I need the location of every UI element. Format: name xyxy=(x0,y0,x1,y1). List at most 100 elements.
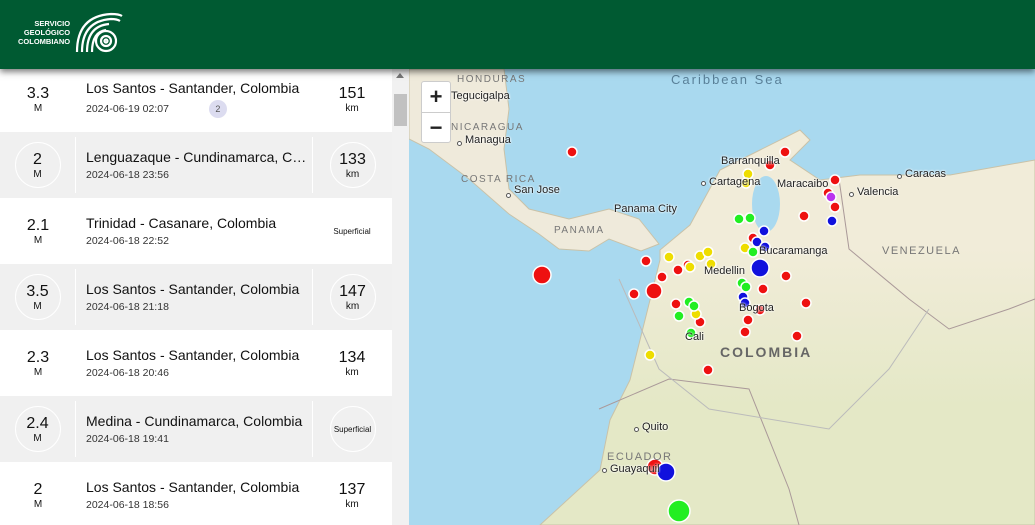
earthquake-marker-yellow[interactable] xyxy=(684,261,696,273)
event-place: Los Santos - Santander, Colombia xyxy=(86,347,300,363)
depth-unit: km xyxy=(345,102,359,114)
event-row[interactable]: 3.3 M Los Santos - Santander, Colombia 20… xyxy=(0,69,392,132)
city-label: Bucaramanga xyxy=(759,245,828,257)
earthquake-marker-red[interactable] xyxy=(628,288,640,300)
earthquake-marker-red[interactable] xyxy=(670,298,682,310)
event-datetime: 2024-06-18 20:46 xyxy=(86,367,169,379)
earthquake-marker-yellow[interactable] xyxy=(644,349,656,361)
depth: 133 km xyxy=(312,137,392,193)
map[interactable]: Caribbean Sea HONDURAS Tegucigalpa NICAR… xyxy=(409,69,1035,525)
event-row[interactable]: 2M Lenguazaque - Cundinamarca, Colombia … xyxy=(0,132,392,198)
logo-text: SERVICIO GEOLÓGICO COLOMBIANO xyxy=(18,19,70,46)
earthquake-marker-red[interactable] xyxy=(791,330,803,342)
depth-value: 133 xyxy=(339,150,366,168)
earthquake-marker-red[interactable] xyxy=(829,201,841,213)
magnitude-value: 2 xyxy=(33,480,43,498)
city-label: Barranquilla xyxy=(721,155,780,167)
event-place: Lenguazaque - Cundinamarca, Colombia xyxy=(86,149,308,165)
earthquake-marker-green[interactable] xyxy=(733,213,745,225)
earthquake-marker-red[interactable] xyxy=(780,270,792,282)
earthquake-marker-green[interactable] xyxy=(673,310,685,322)
city-marker xyxy=(897,174,902,179)
earthquake-marker-purple[interactable] xyxy=(825,191,837,203)
earthquake-marker-green[interactable] xyxy=(740,281,752,293)
earthquake-marker-red[interactable] xyxy=(566,146,578,158)
earthquake-marker-red[interactable] xyxy=(702,364,714,376)
depth-unit: km xyxy=(345,300,360,312)
earthquake-marker-red[interactable] xyxy=(672,264,684,276)
sgc-logo[interactable]: SERVICIO GEOLÓGICO COLOMBIANO xyxy=(18,10,123,54)
city-label: Managua xyxy=(465,134,511,146)
scrollbar-thumb[interactable] xyxy=(394,94,407,126)
scroll-up-arrow-icon[interactable] xyxy=(396,73,404,78)
earthquake-marker-red[interactable] xyxy=(798,210,810,222)
city-label: San Jose xyxy=(514,184,560,196)
magnitude-unit: M xyxy=(33,234,43,246)
earthquake-marker-blue[interactable] xyxy=(758,225,770,237)
depth-unit: km xyxy=(345,168,360,180)
city-marker xyxy=(701,181,706,186)
event-date-row: 2024-06-18 20:46 xyxy=(86,367,312,379)
depth: Superficial xyxy=(312,203,392,259)
earthquake-marker-red[interactable] xyxy=(742,314,754,326)
zoom-in-button[interactable]: + xyxy=(422,82,450,112)
city-label: Guayaquil xyxy=(610,463,660,475)
magnitude-value: 2.3 xyxy=(26,348,50,366)
earthquake-marker-blue[interactable] xyxy=(826,215,838,227)
event-date-row: 2024-06-18 18:56 xyxy=(86,499,312,511)
event-datetime: 2024-06-18 21:18 xyxy=(86,301,169,313)
event-datetime: 2024-06-18 18:56 xyxy=(86,499,169,511)
list-scrollbar[interactable] xyxy=(392,69,409,525)
depth: 147 km xyxy=(312,269,392,325)
earthquake-marker-red[interactable] xyxy=(532,265,552,285)
depth: 134 km xyxy=(312,335,392,391)
earthquake-marker-green[interactable] xyxy=(688,300,700,312)
event-place: Los Santos - Santander, Colombia xyxy=(86,281,300,297)
earthquake-marker-red[interactable] xyxy=(656,271,668,283)
event-info: Los Santos - Santander, Colombia 2024-06… xyxy=(76,71,312,127)
earthquake-marker-green[interactable] xyxy=(747,246,759,258)
logo-line: GEOLÓGICO xyxy=(23,27,71,37)
depth: Superficial xyxy=(312,401,392,457)
event-row[interactable]: 2.4 M Medina - Cundinamarca, Colombia 202… xyxy=(0,396,392,462)
city-marker xyxy=(849,192,854,197)
earthquake-marker-red[interactable] xyxy=(645,282,663,300)
earthquake-marker-green[interactable] xyxy=(667,499,691,523)
depth-value: 151 xyxy=(338,84,366,102)
event-info: Los Santos - Santander, Colombia 2024-06… xyxy=(76,269,312,325)
earthquake-marker-red[interactable] xyxy=(829,174,841,186)
event-date-row: 2024-06-18 23:56 xyxy=(86,169,312,181)
city-marker xyxy=(457,141,462,146)
earthquake-marker-red[interactable] xyxy=(800,297,812,309)
earthquake-marker-red[interactable] xyxy=(757,283,769,295)
city-label: Maracaibo xyxy=(777,178,829,190)
depth-unit: km xyxy=(345,498,359,510)
city-label: Panama City xyxy=(614,203,677,215)
event-row[interactable]: 2M Los Santos - Santander, Colombia 2024… xyxy=(0,462,392,525)
earthquake-marker-yellow[interactable] xyxy=(663,251,675,263)
magnitude-value: 2.1 xyxy=(26,216,50,234)
magnitude-unit: M xyxy=(33,300,42,312)
city-marker xyxy=(634,427,639,432)
event-date-row: 2024-06-18 22:52 xyxy=(86,235,312,247)
earthquake-marker-red[interactable] xyxy=(739,326,751,338)
zoom-control: + − xyxy=(421,81,451,143)
event-row[interactable]: 2.3 M Los Santos - Santander, Colombia 20… xyxy=(0,330,392,396)
depth-unit: km xyxy=(345,366,359,378)
event-row[interactable]: 2.1 M Trinidad - Casanare, Colombia 2024-… xyxy=(0,198,392,264)
depth-value: 134 xyxy=(338,348,366,366)
earthquake-marker-yellow[interactable] xyxy=(702,246,714,258)
event-date-row: 2024-06-19 02:07 2 xyxy=(86,100,312,118)
earthquake-marker-red[interactable] xyxy=(779,146,791,158)
count-badge: 2 xyxy=(208,100,227,118)
earthquake-marker-blue[interactable] xyxy=(750,258,770,278)
magnitude: 2.3 M xyxy=(0,335,76,391)
header: SERVICIO GEOLÓGICO COLOMBIANO xyxy=(0,0,1035,69)
magnitude-value: 2.4 xyxy=(26,414,49,432)
depth-label: Superficial xyxy=(333,226,371,236)
country-label: PANAMA xyxy=(554,225,605,236)
earthquake-marker-green[interactable] xyxy=(744,212,756,224)
zoom-out-button[interactable]: − xyxy=(422,112,450,142)
earthquake-marker-red[interactable] xyxy=(640,255,652,267)
event-row[interactable]: 3.5 M Los Santos - Santander, Colombia 20… xyxy=(0,264,392,330)
